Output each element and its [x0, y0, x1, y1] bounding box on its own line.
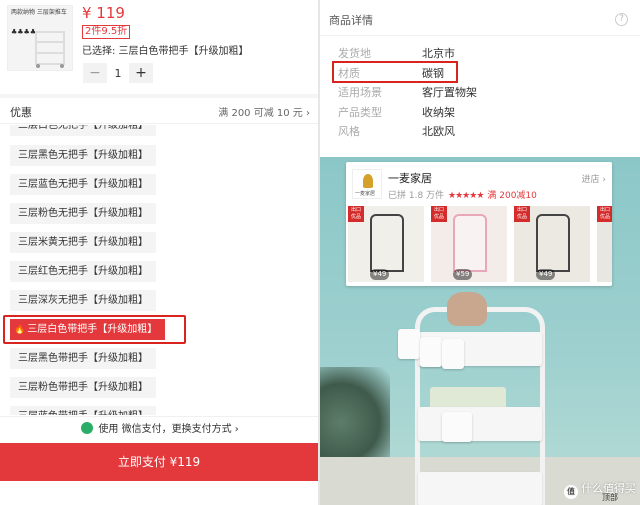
product-price-chip: ¥49: [536, 269, 556, 280]
product-thumbnail[interactable]: 两款纳物 三层架推车 ♣♣♣♣: [7, 5, 73, 71]
variant-option[interactable]: 三层蓝色无把手【升级加粗】: [10, 174, 156, 195]
spec-key: 风格: [338, 125, 360, 138]
back-to-top-button[interactable]: 顶部: [602, 492, 618, 503]
shop-stats: 已拼 1.8 万件 ★★★★★ 满 200减10: [388, 188, 537, 201]
product-price: ¥ 119: [82, 4, 125, 22]
spec-row: 产品类型 收纳架: [320, 101, 640, 121]
spec-row: 适用场景 客厅置物架: [320, 81, 640, 101]
export-tag: 出口 优品: [431, 206, 447, 222]
spec-row: 发货地 北京市: [320, 42, 640, 62]
wechat-pay-icon: [81, 422, 94, 434]
thumbnail-caption: 两款纳物 三层架推车: [11, 9, 67, 16]
shop-logo-caption: 一麦家居: [355, 191, 376, 197]
shop-promo: 满 200减10: [487, 191, 537, 201]
export-tag: 出口 优品: [514, 206, 530, 222]
variant-option[interactable]: 三层粉色无把手【升级加粗】: [10, 203, 156, 224]
spec-value: 客厅置物架: [422, 86, 477, 99]
cart-shelf-middle: [418, 407, 542, 441]
watermark-logo-icon: 值: [564, 485, 578, 499]
shop-product[interactable]: 出口 优品: [597, 206, 612, 282]
cart-thumbnail-icon: [536, 214, 570, 272]
spec-value: 北京市: [422, 47, 455, 60]
variant-list: 三层白色无把手【升级加粗】 三层黑色无把手【升级加粗】 三层蓝色无把手【升级加粗…: [0, 125, 318, 415]
material-highlight-outline: [332, 61, 458, 83]
spec-key: 适用场景: [338, 86, 382, 99]
details-title: 商品详情: [329, 14, 373, 27]
shop-logo: 一麦家居: [352, 169, 382, 199]
export-tag: 出口 优品: [348, 206, 364, 222]
payment-method-text: 使用 微信支付，更换支付方式 ›: [98, 424, 239, 435]
help-icon[interactable]: ?: [615, 13, 628, 26]
promo-label: 优惠: [10, 106, 32, 119]
variant-option[interactable]: 三层蓝色带把手【升级加粗】: [10, 406, 156, 415]
spec-key: 发货地: [338, 47, 371, 60]
product-photo: 一麦家居 一麦家居 已拼 1.8 万件 ★★★★★ 满 200减10 进店 › 出口…: [320, 157, 640, 505]
spec-row: 风格 北欧风: [320, 120, 640, 140]
shop-product[interactable]: 出口 优品 ¥49: [348, 206, 424, 282]
variant-option[interactable]: 三层黑色带把手【升级加粗】: [10, 348, 156, 369]
selected-variant-label: 已选择: 三层白色带把手【升级加粗】: [82, 46, 249, 57]
variant-option[interactable]: 三层黑色无把手【升级加粗】: [10, 145, 156, 166]
pay-now-button[interactable]: 立即支付 ¥119: [0, 443, 318, 481]
discount-badge: 2件9.5折: [82, 25, 131, 39]
variant-option[interactable]: 三层红色无把手【升级加粗】: [10, 261, 156, 282]
hanging-basket: [442, 412, 472, 442]
spec-value: 收纳架: [422, 106, 455, 119]
shop-product[interactable]: 出口 优品 ¥59: [431, 206, 507, 282]
cart-illustration-icon: [35, 31, 65, 68]
hanging-basket: [420, 337, 442, 367]
export-tag: 出口 优品: [597, 206, 612, 222]
shop-product[interactable]: 出口 优品 ¥49: [514, 206, 590, 282]
quantity-stepper: − 1 +: [83, 63, 153, 83]
watermark: 值什么值得买: [564, 480, 636, 499]
shop-sales: 已拼 1.8 万件: [388, 191, 445, 201]
promo-row[interactable]: 优惠 满 200 可减 10 元 ›: [0, 98, 318, 124]
pot-decoration: [447, 292, 487, 326]
variant-option[interactable]: 三层深灰无把手【升级加粗】: [10, 290, 156, 311]
payment-method-row[interactable]: 使用 微信支付，更换支付方式 ›: [0, 416, 318, 442]
variant-option[interactable]: 三层粉色带把手【升级加粗】: [10, 377, 156, 398]
increase-quantity-button[interactable]: +: [129, 63, 153, 83]
quantity-value[interactable]: 1: [107, 67, 129, 80]
spec-value: 北欧风: [422, 125, 455, 138]
shop-product-strip: 出口 优品 ¥49 出口 优品 ¥59 出口 优品 ¥49 出口 优品: [346, 206, 612, 284]
selected-highlight-outline: [3, 315, 186, 344]
spec-key: 产品类型: [338, 106, 382, 119]
cart-thumbnail-icon: [370, 214, 404, 272]
hanging-basket: [442, 339, 464, 369]
product-detail-panel: 商品详情 ? 发货地 北京市 材质 碳钢 适用场景 客厅置物架 产品类型 收纳架…: [320, 0, 640, 505]
variant-option[interactable]: 三层白色无把手【升级加粗】: [10, 125, 156, 136]
product-price-chip: ¥49: [370, 269, 390, 280]
cart-thumbnail-icon: [453, 214, 487, 272]
cart-shelf-bottom: [418, 472, 542, 505]
variant-option[interactable]: 三层米黄无把手【升级加粗】: [10, 232, 156, 253]
shop-name: 一麦家居: [388, 172, 432, 185]
details-header: 商品详情 ?: [320, 0, 640, 36]
product-price-chip: ¥59: [453, 269, 473, 280]
enter-shop-link[interactable]: 进店 ›: [582, 172, 606, 185]
rating-stars-icon: ★★★★★: [448, 191, 484, 201]
wheat-logo-icon: [363, 174, 373, 188]
decrease-quantity-button[interactable]: −: [83, 63, 107, 83]
promo-value: 满 200 可减 10 元 ›: [218, 108, 310, 119]
hanging-basket: [398, 329, 420, 359]
order-panel: 两款纳物 三层架推车 ♣♣♣♣ ¥ 119 2件9.5折 已选择: 三层白色带把…: [0, 0, 318, 505]
shop-card[interactable]: 一麦家居 一麦家居 已拼 1.8 万件 ★★★★★ 满 200减10 进店 › 出口…: [346, 162, 612, 286]
